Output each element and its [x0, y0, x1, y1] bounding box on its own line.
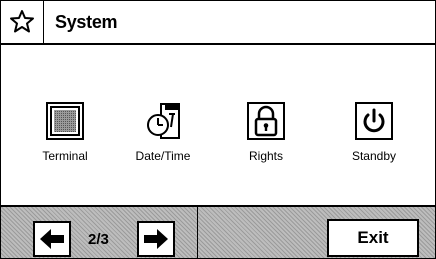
tile-label: Date/Time [135, 149, 191, 163]
prev-page-button[interactable] [33, 221, 71, 257]
date-time-icon [143, 101, 183, 141]
tile-rights[interactable]: Rights [226, 101, 306, 181]
tile-standby[interactable]: Standby [334, 101, 414, 181]
tile-date-time[interactable]: Date/Time [123, 101, 203, 181]
page-indicator: 2/3 [88, 231, 109, 248]
arrow-left-icon [40, 229, 64, 249]
title-bar: System [1, 1, 435, 45]
arrow-right-icon [144, 229, 168, 249]
next-page-button[interactable] [137, 221, 175, 257]
tile-terminal[interactable]: Terminal [25, 101, 105, 181]
exit-button[interactable]: Exit [327, 219, 419, 257]
power-icon [354, 101, 394, 141]
bottom-bar: 2/3 Exit [1, 205, 435, 258]
tile-label: Terminal [42, 149, 88, 163]
divider [197, 207, 198, 258]
tile-label: Standby [351, 149, 397, 163]
page-title: System [55, 12, 118, 32]
lock-icon [246, 101, 286, 141]
terminal-icon [45, 101, 85, 141]
tile-label: Rights [248, 149, 283, 163]
star-outline-icon[interactable] [1, 1, 44, 43]
system-screen: System Terminal Date/Time Rights Standby… [0, 0, 436, 259]
